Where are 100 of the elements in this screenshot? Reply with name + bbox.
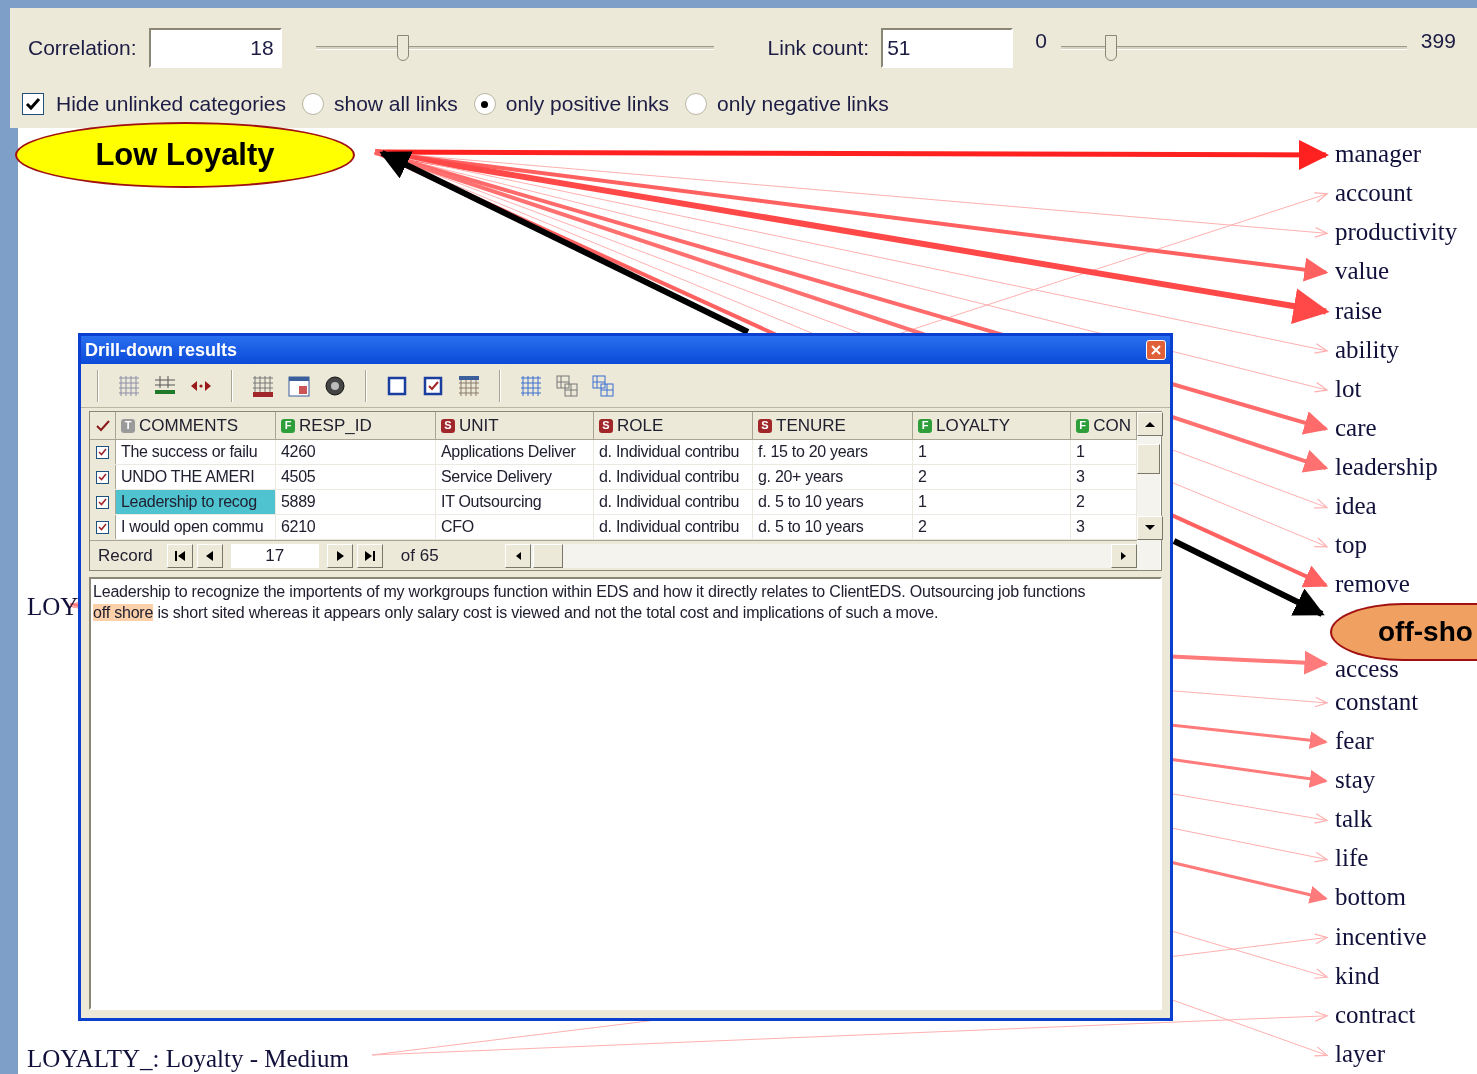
- category-label: talk: [1335, 804, 1373, 835]
- comment-text: Leadership to recognize the importents of my workgroups function within EDS and how it directly relates to ClientEDS. Outsourcing job functions off shore is short sited whereas it appears only salary cost is viewed and not the total cost and implications of such a move.: [93, 582, 1087, 623]
- slider-thumb[interactable]: [1105, 35, 1117, 61]
- table-cell: d. Individual contribu: [594, 465, 753, 489]
- category-label: account: [1335, 178, 1413, 209]
- category-label: ability: [1335, 334, 1399, 365]
- table-cell: Service Delivery: [436, 465, 594, 489]
- category-label: remove: [1335, 569, 1410, 600]
- category-label: kind: [1335, 960, 1380, 991]
- category-label: productivity: [1335, 217, 1458, 248]
- type-badge: F: [918, 418, 932, 433]
- table-cell: 5889: [276, 490, 436, 514]
- category-label: incentive: [1335, 921, 1427, 952]
- correlation-field[interactable]: 18: [148, 28, 282, 68]
- column-header[interactable]: S UNIT: [436, 412, 594, 440]
- checkbox-label: Hide unlinked categories: [56, 91, 286, 118]
- type-badge: S: [441, 418, 455, 433]
- previous-record-button[interactable]: [196, 543, 223, 568]
- table-cell: 2: [913, 465, 1071, 489]
- link-count-slider[interactable]: [1060, 33, 1407, 63]
- column-header[interactable]: F RESP_ID: [276, 412, 436, 440]
- horizontal-scrollbar[interactable]: [504, 543, 1137, 568]
- type-badge: F: [281, 418, 295, 433]
- table-cell: I would open commu: [116, 515, 276, 539]
- column-header[interactable]: S TENURE: [753, 412, 913, 440]
- scroll-thumb[interactable]: [1137, 444, 1160, 474]
- category-label: life: [1335, 843, 1369, 874]
- correlation-slider[interactable]: [315, 33, 714, 63]
- table-cell: d. Individual contribu: [594, 490, 753, 514]
- radio-label: only negative links: [717, 91, 889, 118]
- category-label: bottom: [1335, 882, 1406, 913]
- row-checkbox[interactable]: [96, 470, 109, 484]
- skip-forward-icon: [362, 549, 377, 562]
- record-count: of 65: [400, 544, 439, 567]
- category-label: LOYALTY_: Loyalty - Medium: [27, 1044, 349, 1074]
- slider-min-label: 0: [1035, 28, 1047, 55]
- category-label: value: [1335, 256, 1390, 287]
- first-record-button[interactable]: [166, 543, 193, 568]
- column-title: LOYALTY: [936, 414, 1010, 437]
- type-badge: F: [1076, 418, 1090, 433]
- table-cell: 2: [913, 515, 1071, 539]
- table-cell: Applications Deliver: [436, 440, 594, 464]
- stacked-grid-icon[interactable]: [591, 373, 615, 398]
- radio-button[interactable]: [473, 93, 496, 115]
- category-label: top: [1335, 530, 1367, 561]
- record-field[interactable]: 17: [230, 543, 319, 568]
- category-label: contract: [1335, 999, 1416, 1030]
- category-label: manager: [1335, 139, 1422, 169]
- column-header[interactable]: F LOYALTY: [913, 412, 1071, 440]
- row-checkbox[interactable]: [96, 445, 109, 459]
- radio-button[interactable]: [302, 93, 324, 115]
- scroll-up-button[interactable]: [1137, 412, 1163, 436]
- window-title: Drill-down results: [85, 338, 237, 362]
- grid-icon[interactable]: [519, 373, 543, 398]
- last-record-button[interactable]: [356, 543, 383, 568]
- column-title: CON: [1093, 414, 1131, 437]
- category-label: fear: [1335, 725, 1374, 756]
- table-cell: The success or failu: [116, 440, 276, 464]
- radio-button[interactable]: [685, 93, 708, 115]
- link-count-label: Link count:: [767, 35, 870, 62]
- category-label: leadership: [1335, 452, 1438, 483]
- vertical-scrollbar[interactable]: [1137, 412, 1160, 570]
- column-title: COMMENTS: [139, 414, 239, 437]
- table-cell: f. 15 to 20 years: [753, 440, 913, 464]
- table-cell: 1: [913, 440, 1071, 464]
- scroll-right-button[interactable]: [1111, 543, 1137, 568]
- slider-thumb[interactable]: [397, 35, 410, 61]
- column-header[interactable]: T COMMENTS: [116, 412, 276, 440]
- radio-label: only positive links: [505, 91, 670, 118]
- table-cell: 4260: [276, 440, 436, 464]
- scroll-left-button[interactable]: [504, 543, 531, 568]
- table-cell: d. Individual contribu: [594, 440, 753, 464]
- slider-max-label: 399: [1420, 28, 1456, 55]
- next-record-button[interactable]: [326, 543, 353, 568]
- scroll-thumb[interactable]: [532, 543, 563, 568]
- table-cell: Leadership to recog: [116, 490, 276, 514]
- close-button[interactable]: [1146, 340, 1166, 360]
- record-label: Record: [98, 544, 153, 567]
- type-badge: S: [599, 418, 613, 433]
- category-label: constant: [1335, 686, 1419, 717]
- column-title: TENURE: [776, 414, 846, 437]
- scroll-down-button[interactable]: [1137, 516, 1163, 540]
- link-count-field[interactable]: 51: [881, 28, 1014, 68]
- close-icon: [1151, 345, 1161, 355]
- checkbox[interactable]: [22, 93, 44, 115]
- category-label: raise: [1335, 295, 1383, 326]
- category-label: LOY: [27, 592, 79, 622]
- type-badge: T: [121, 418, 135, 433]
- skip-back-icon: [172, 549, 187, 562]
- table-cell: 4505: [276, 465, 436, 489]
- row-checkbox[interactable]: [96, 520, 109, 534]
- category-label: stay: [1335, 765, 1376, 796]
- category-label: layer: [1335, 1039, 1385, 1069]
- table-icon[interactable]: [251, 373, 275, 398]
- stacked-grid-icon[interactable]: [555, 373, 579, 398]
- row-checkbox[interactable]: [96, 495, 109, 509]
- column-title: UNIT: [459, 414, 499, 437]
- type-badge: S: [758, 418, 772, 433]
- column-header[interactable]: S ROLE: [594, 412, 753, 440]
- table-cell: 6210: [276, 515, 436, 539]
